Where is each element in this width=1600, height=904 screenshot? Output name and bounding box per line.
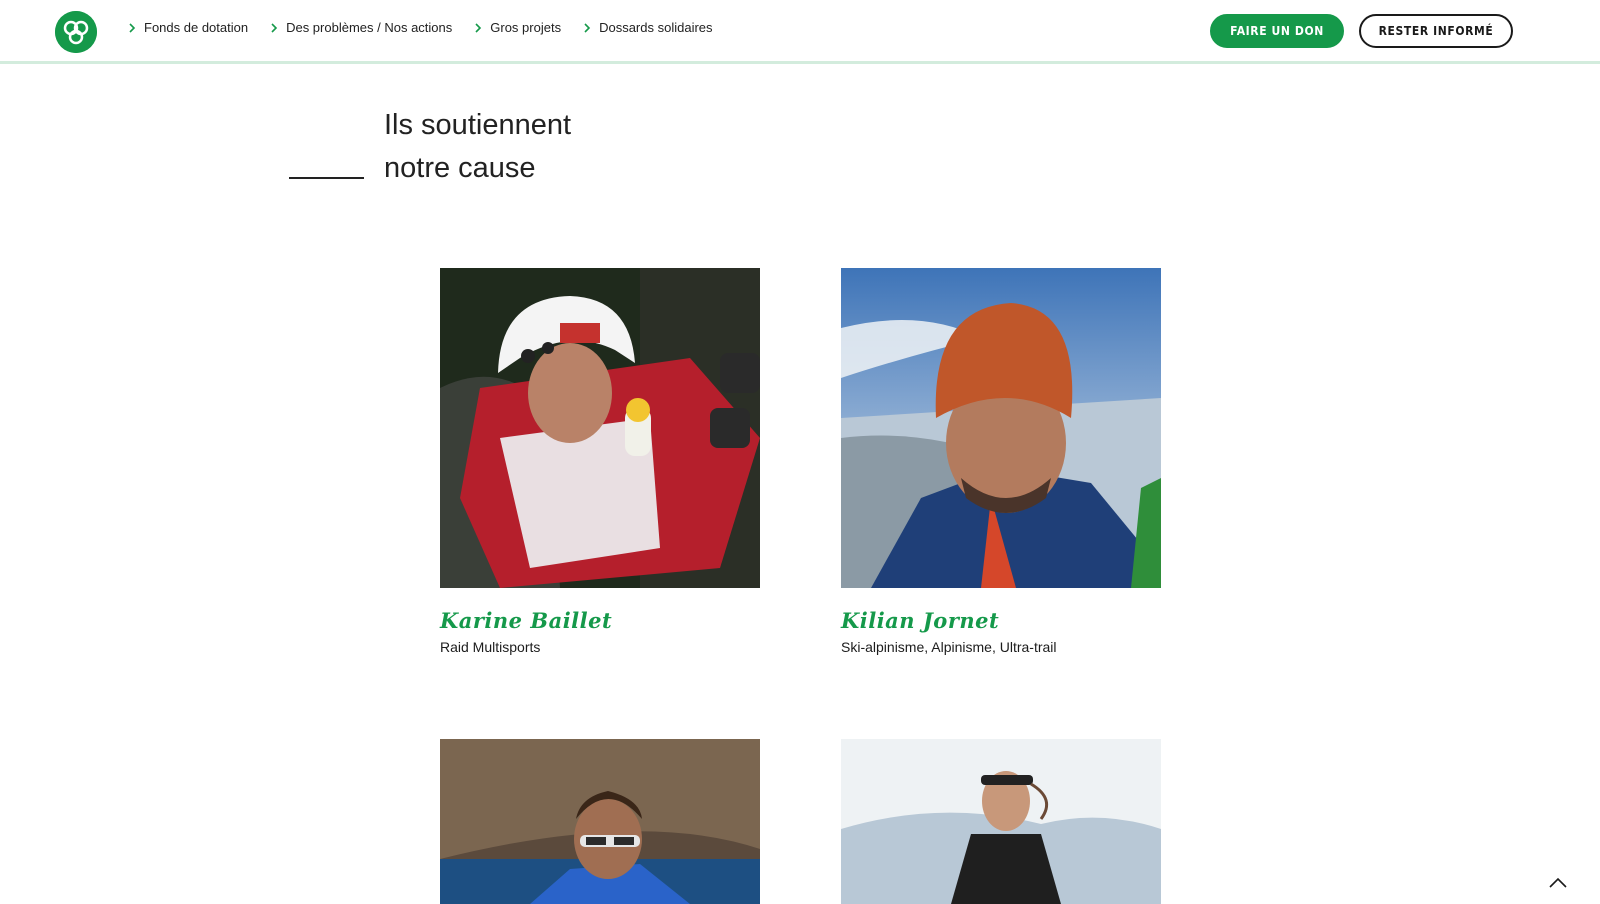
- supporter-photo: [440, 739, 760, 904]
- supporter-photo: [841, 739, 1161, 904]
- nav-item-gros-projets[interactable]: Gros projets: [472, 20, 561, 35]
- nav-item-problemes-actions[interactable]: Des problèmes / Nos actions: [268, 20, 452, 35]
- chevron-up-icon: [1549, 877, 1567, 888]
- supporter-name[interactable]: Karine Baillet: [440, 608, 760, 633]
- supporter-photo: [841, 268, 1161, 588]
- nav-item-fonds-de-dotation[interactable]: Fonds de dotation: [126, 20, 248, 35]
- chevron-right-icon: [129, 22, 136, 33]
- chevron-right-icon: [584, 22, 591, 33]
- supporter-sport: Raid Multisports: [440, 639, 541, 655]
- supporter-name[interactable]: Kilian Jornet: [841, 608, 1161, 633]
- nav-item-label: Gros projets: [490, 20, 562, 35]
- supporter-card[interactable]: Karine Baillet Raid Multisports: [440, 268, 760, 655]
- section-title: Ils soutiennent notre cause: [384, 104, 571, 190]
- supporter-card[interactable]: [440, 739, 760, 904]
- nav-item-label: Dossards solidaires: [599, 20, 713, 35]
- section-title-line1: Ils soutiennent: [384, 109, 572, 141]
- site-header: Fonds de dotation Des problèmes / Nos ac…: [0, 0, 1600, 64]
- main-nav: Fonds de dotation Des problèmes / Nos ac…: [126, 20, 733, 35]
- subscribe-button[interactable]: RESTER INFORMÉ: [1359, 14, 1513, 48]
- nav-item-label: Des problèmes / Nos actions: [286, 20, 453, 35]
- chevron-right-icon: [271, 22, 278, 33]
- supporter-card[interactable]: Kilian Jornet Ski-alpinisme, Alpinisme, …: [841, 268, 1161, 655]
- supporter-card[interactable]: [841, 739, 1161, 904]
- donate-button[interactable]: FAIRE UN DON: [1210, 14, 1344, 48]
- section-title-line2: notre cause: [384, 152, 536, 184]
- supporter-photo: [440, 268, 760, 588]
- nav-item-dossards-solidaires[interactable]: Dossards solidaires: [581, 20, 713, 35]
- nav-item-label: Fonds de dotation: [144, 20, 249, 35]
- brand-logo-icon[interactable]: [55, 11, 97, 53]
- chevron-right-icon: [475, 22, 482, 33]
- supporter-sport: Ski-alpinisme, Alpinisme, Ultra-trail: [841, 639, 1057, 655]
- scroll-to-top-button[interactable]: [1547, 872, 1569, 894]
- title-decoration-rule: [289, 177, 364, 179]
